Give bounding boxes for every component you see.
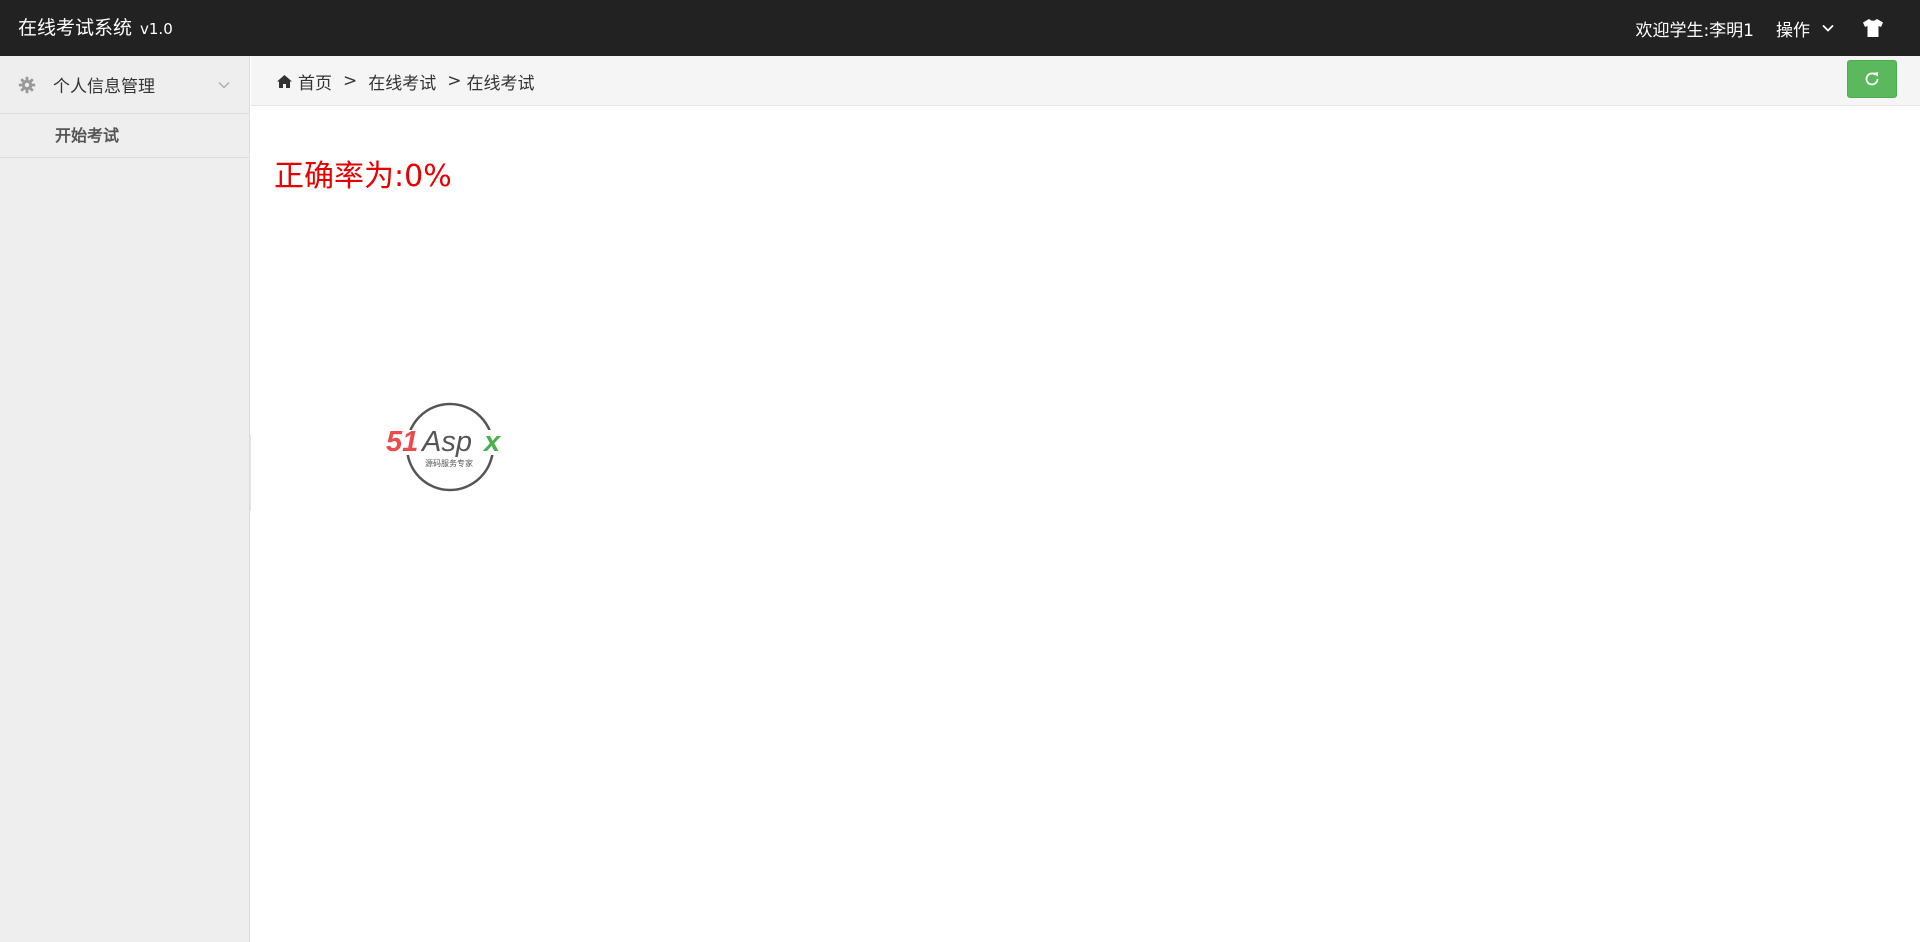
refresh-icon bbox=[1865, 72, 1879, 86]
breadcrumb-online-exam[interactable]: 在线考试 bbox=[368, 69, 436, 94]
welcome-text: 欢迎学生:李明1 bbox=[1635, 20, 1754, 41]
tshirt-icon[interactable] bbox=[1862, 18, 1884, 38]
chevron-down-icon bbox=[218, 81, 230, 88]
logo-x: x bbox=[482, 426, 502, 458]
app-title-text: 在线考试系统 bbox=[18, 17, 133, 39]
app-title: 在线考试系统 v1.0 bbox=[18, 0, 173, 56]
operations-dropdown[interactable]: 操作 bbox=[1776, 16, 1836, 41]
chevron-down-icon bbox=[1822, 24, 1834, 32]
main-content: 正确率为:0% 51 Asp x 源码服务专家 bbox=[251, 107, 1920, 942]
accuracy-result: 正确率为:0% bbox=[274, 159, 452, 194]
header-right: 欢迎学生:李明1 操作 bbox=[1635, 0, 1884, 56]
home-icon bbox=[277, 74, 292, 88]
top-header: 在线考试系统 v1.0 欢迎学生:李明1 操作 bbox=[0, 0, 1920, 56]
sidebar-group-label: 个人信息管理 bbox=[53, 77, 155, 97]
brand-logo: 51 Asp x 源码服务专家 bbox=[385, 402, 515, 492]
breadcrumb: 首页 > 在线考试 > 在线考试 bbox=[276, 56, 535, 106]
logo-number: 51 bbox=[386, 426, 418, 458]
sidebar: 个人信息管理 开始考试 bbox=[0, 56, 250, 942]
sidebar-group-personal-info[interactable]: 个人信息管理 bbox=[0, 56, 249, 114]
logo-tagline: 源码服务专家 bbox=[425, 458, 473, 468]
refresh-button[interactable] bbox=[1847, 60, 1897, 98]
sidebar-item-start-exam[interactable]: 开始考试 bbox=[0, 114, 249, 158]
breadcrumb-separator: > bbox=[447, 71, 462, 91]
logo-aspx: Asp bbox=[420, 426, 472, 458]
gear-icon bbox=[18, 76, 36, 93]
breadcrumb-separator: > bbox=[343, 71, 358, 91]
breadcrumb-home[interactable]: 首页 bbox=[298, 69, 332, 94]
app-version: v1.0 bbox=[140, 20, 173, 38]
breadcrumb-current: 在线考试 bbox=[466, 73, 535, 94]
breadcrumb-bar: 首页 > 在线考试 > 在线考试 bbox=[251, 56, 1920, 106]
operations-label: 操作 bbox=[1776, 20, 1810, 41]
